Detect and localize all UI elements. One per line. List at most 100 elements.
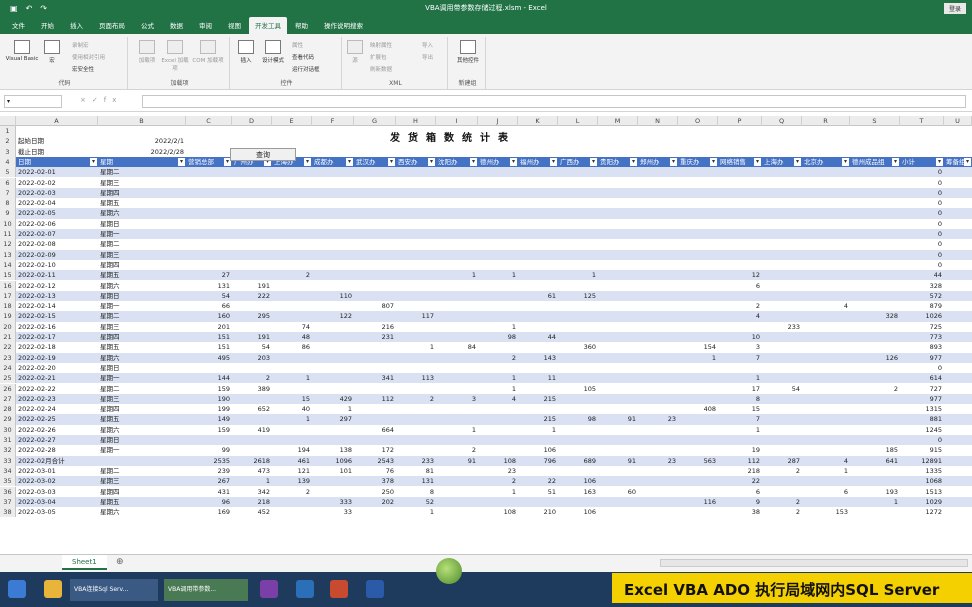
row-number[interactable]: 3 [0,146,16,157]
cell[interactable] [680,260,718,270]
cell[interactable]: 4 [804,456,850,466]
cell[interactable]: 689 [560,456,598,466]
cell[interactable] [398,198,436,208]
cell[interactable] [804,445,850,455]
cell[interactable]: 0 [902,229,944,239]
cell[interactable] [600,404,638,414]
expansion-pack-button[interactable]: 扩展包 [370,53,387,61]
cell[interactable] [314,476,354,486]
cell[interactable] [520,435,558,445]
cell[interactable] [398,445,436,455]
column-header[interactable]: U [944,116,972,126]
cell[interactable]: 2022-02-17 [18,332,98,342]
cell[interactable]: 98 [560,414,598,424]
cell[interactable]: 807 [356,301,396,311]
sheet-tab[interactable]: Sheet1 [62,555,107,570]
cell[interactable] [804,404,850,414]
cell[interactable] [188,188,232,198]
cell[interactable] [438,311,478,321]
cell[interactable] [852,208,900,218]
other-controls-button[interactable]: 其他控件 [450,40,486,64]
cell[interactable]: 2 [764,507,802,517]
cell[interactable]: 773 [902,332,944,342]
cell[interactable]: 星期二 [100,466,186,476]
cell[interactable] [640,260,678,270]
cell[interactable] [680,178,718,188]
row-number[interactable]: 19 [0,311,16,322]
cell[interactable]: 1 [480,487,518,497]
row-number[interactable]: 28 [0,404,16,415]
cell[interactable]: 1335 [902,466,944,476]
cell[interactable] [640,425,678,435]
cell[interactable] [600,167,638,177]
cell[interactable]: 0 [902,178,944,188]
cell[interactable]: 194 [274,445,312,455]
formula-input[interactable] [142,95,966,108]
row-number[interactable]: 6 [0,177,16,188]
filter-dropdown-icon[interactable]: ▾ [550,157,557,166]
cell[interactable] [640,322,678,332]
tab-3[interactable]: 页面布局 [91,20,133,34]
cell[interactable]: 664 [356,425,396,435]
cell[interactable] [640,363,678,373]
cell[interactable]: 1029 [902,497,944,507]
column-filter-header[interactable]: 成都办 ▾ [314,157,354,167]
row-number[interactable]: 26 [0,383,16,394]
cell[interactable] [274,497,312,507]
cell[interactable] [852,373,900,383]
cell[interactable] [480,281,518,291]
cell[interactable] [480,301,518,311]
cell[interactable]: 151 [188,332,232,342]
taskbar-item-excel[interactable]: VBA调用带参数... [164,579,248,601]
cell[interactable] [680,414,718,424]
cell[interactable] [852,178,900,188]
cell[interactable]: 星期一 [100,445,186,455]
row-number[interactable]: 20 [0,321,16,332]
cell[interactable] [560,311,598,321]
cell[interactable] [234,178,272,188]
cell[interactable] [274,208,312,218]
cell[interactable] [314,260,354,270]
column-header[interactable]: A [16,116,98,126]
cell[interactable]: 215 [520,414,558,424]
cell[interactable] [438,332,478,342]
filter-dropdown-icon[interactable]: ▾ [304,157,311,166]
cell[interactable] [274,363,312,373]
cell[interactable] [720,435,762,445]
cell[interactable] [852,229,900,239]
cell[interactable]: 2022-02-06 [18,219,98,229]
row-number[interactable]: 33 [0,455,16,466]
cell[interactable]: 星期二 [100,311,186,321]
cell[interactable] [398,425,436,435]
row-number[interactable]: 10 [0,218,16,229]
cell[interactable]: 星期一 [100,301,186,311]
cell[interactable] [560,404,598,414]
cell[interactable] [188,229,232,239]
filter-dropdown-icon[interactable]: ▾ [964,157,971,166]
cell[interactable]: 126 [852,353,900,363]
cell[interactable] [438,188,478,198]
cell[interactable]: 117 [398,311,436,321]
cell[interactable] [640,311,678,321]
cell[interactable]: 113 [398,373,436,383]
cell[interactable] [314,425,354,435]
cell[interactable] [560,281,598,291]
row-number[interactable]: 29 [0,414,16,425]
cell[interactable]: 1 [480,322,518,332]
cell[interactable] [480,167,518,177]
cell[interactable] [274,250,312,260]
cell[interactable] [720,291,762,301]
row-number[interactable]: 31 [0,435,16,446]
cell[interactable] [804,219,850,229]
cell[interactable] [398,291,436,301]
cell[interactable]: 239 [188,466,232,476]
cell[interactable] [314,373,354,383]
cell[interactable] [356,291,396,301]
cell[interactable] [560,445,598,455]
cell[interactable]: 2022-02-05 [18,208,98,218]
cell[interactable]: 160 [188,311,232,321]
cell[interactable] [600,466,638,476]
row-number[interactable]: 22 [0,342,16,353]
filter-dropdown-icon[interactable]: ▾ [510,157,517,166]
cell[interactable]: 429 [314,394,354,404]
